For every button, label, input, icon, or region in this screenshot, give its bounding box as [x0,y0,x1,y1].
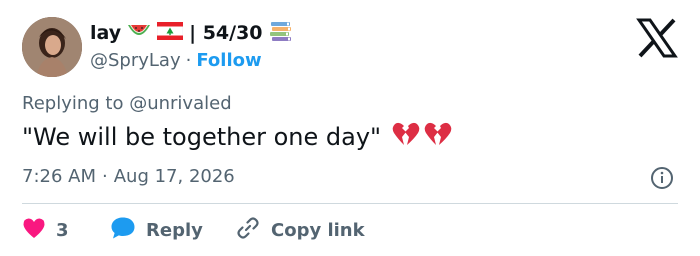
tweet-card: lay | 54/30 @SpryLay · Follow Replying t… [0,0,700,256]
author-name-row[interactable]: lay | 54/30 [90,20,293,46]
timestamp-separator: · [102,166,108,187]
reply-bubble-icon [110,216,136,245]
tweet-text-row: "We will be together one day" [22,120,453,154]
tweet-date: Aug 17, 2026 [113,166,235,187]
info-icon[interactable] [650,166,674,190]
author-handle[interactable]: @SpryLay [90,50,181,71]
reply-button[interactable]: Reply [110,216,235,245]
tweet-body: "We will be together one day" [22,123,382,151]
display-name[interactable]: lay [90,22,121,44]
tweet-time: 7:26 AM [22,166,96,187]
x-logo-icon[interactable] [636,18,678,58]
books-icon [269,19,293,48]
link-icon [235,215,261,246]
copy-link-label: Copy link [271,219,365,241]
copy-link-button[interactable]: Copy link [235,215,365,246]
tweet-timestamp[interactable]: 7:26 AM · Aug 17, 2026 [22,166,235,187]
divider [22,203,678,204]
replying-to-prefix: Replying to [22,93,124,114]
replying-to: Replying to @unrivaled [22,93,232,114]
author-handle-row: @SpryLay · Follow [90,48,262,72]
avatar[interactable] [22,17,82,77]
lebanon-flag-icon [156,21,184,45]
heart-icon [22,217,46,244]
follow-button[interactable]: Follow [196,50,261,71]
like-button[interactable]: 3 [22,217,110,244]
action-bar: 3 Reply Copy link [22,215,365,245]
reply-label: Reply [146,219,203,241]
like-count: 3 [56,219,69,241]
bio-suffix: | 54/30 [189,22,263,44]
watermelon-icon [127,22,151,44]
replying-to-user[interactable]: @unrivaled [129,93,231,114]
separator-dot: · [185,49,192,71]
broken-heart-icon [391,120,421,154]
broken-heart-icon [423,120,453,154]
